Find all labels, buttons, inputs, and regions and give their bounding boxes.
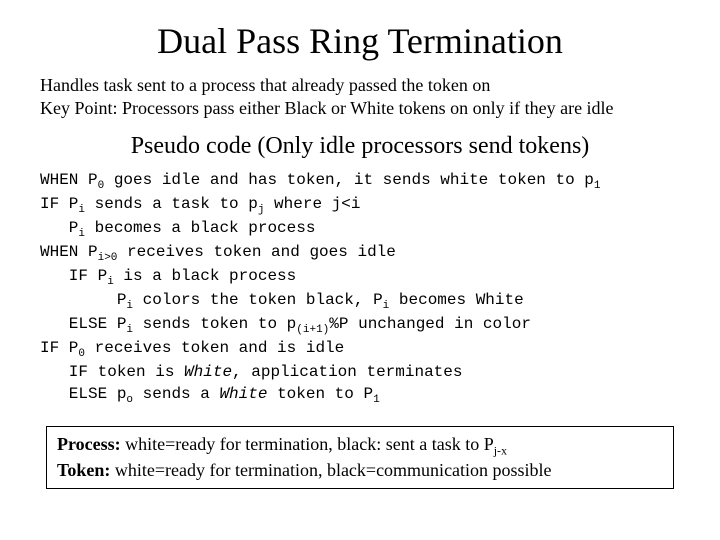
legend-token-label: Token: [57,460,110,480]
pc-l6: Pi colors the token black, Pi becomes Wh… [40,291,524,309]
pc-l2: IF Pi sends a task to pj where j<i [40,195,360,213]
pc-l8: IF P0 receives token and is idle [40,339,344,357]
pc-l10: ELSE po sends a White token to P1 [40,385,380,403]
legend-process-label: Process: [57,434,121,454]
intro-block: Handles task sent to a process that alre… [40,74,680,119]
intro-line-1: Handles task sent to a process that alre… [40,74,680,97]
slide: Dual Pass Ring Termination Handles task … [0,0,720,540]
pc-l1: WHEN P0 goes idle and has token, it send… [40,171,601,189]
legend-process: Process: white=ready for termination, bl… [57,433,663,459]
slide-title: Dual Pass Ring Termination [40,20,680,62]
intro-line-2: Key Point: Processors pass either Black … [40,97,680,120]
pc-l9: IF token is White, application terminate… [40,363,462,381]
pc-l3: Pi becomes a black process [40,219,315,237]
legend-token: Token: white=ready for termination, blac… [57,459,663,482]
pseudocode-block: WHEN P0 goes idle and has token, it send… [40,170,680,408]
pc-l4: WHEN Pi>0 receives token and goes idle [40,243,396,261]
subtitle: Pseudo code (Only idle processors send t… [40,133,680,160]
pc-l7: ELSE Pi sends token to p(i+1)%P unchange… [40,315,531,333]
legend-box: Process: white=ready for termination, bl… [46,426,674,490]
pc-l5: IF Pi is a black process [40,267,296,285]
